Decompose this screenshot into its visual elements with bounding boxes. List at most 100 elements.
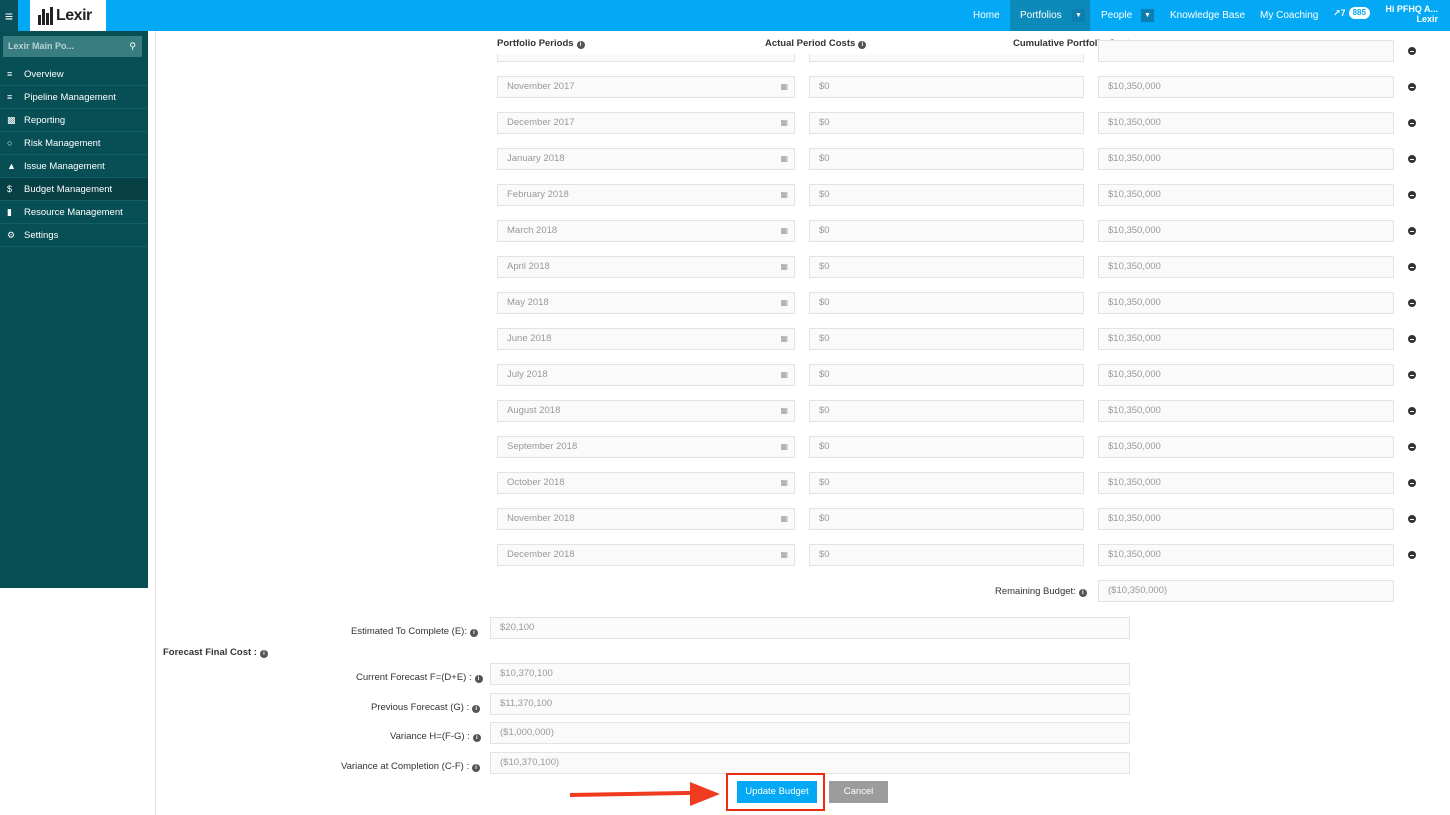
cumulative-field-partial xyxy=(1098,40,1394,62)
sidebar-item-budget-management[interactable]: $ Budget Management xyxy=(0,178,148,201)
period-date-field[interactable]: August 2018 ▦ xyxy=(497,400,795,422)
remove-row-icon[interactable] xyxy=(1408,155,1416,163)
period-date-field[interactable]: November 2018 ▦ xyxy=(497,508,795,530)
actual-cost-field[interactable]: $0 xyxy=(809,472,1084,494)
period-date-value: July 2018 xyxy=(507,369,548,380)
period-date-field[interactable]: May 2018 ▦ xyxy=(497,292,795,314)
period-date-field[interactable]: September 2018 ▦ xyxy=(497,436,795,458)
period-date-value: October 2018 xyxy=(507,477,565,488)
sidebar-item-pipeline-management[interactable]: ≡ Pipeline Management xyxy=(0,86,148,109)
actual-cost-field[interactable]: $0 xyxy=(809,292,1084,314)
people-caret-icon[interactable]: ▼ xyxy=(1141,9,1154,22)
sidebar-item-overview[interactable]: ≡ Overview xyxy=(0,63,148,86)
calendar-icon[interactable]: ▦ xyxy=(780,77,788,97)
actual-cost-field[interactable]: $0 xyxy=(809,148,1084,170)
remove-row-icon[interactable] xyxy=(1408,407,1416,415)
period-date-field[interactable]: March 2018 ▦ xyxy=(497,220,795,242)
search-icon[interactable]: ⚲ xyxy=(129,36,136,57)
user-menu[interactable]: Hi PFHQ A... Lexir xyxy=(1385,4,1438,24)
sidebar-portfolio-search[interactable]: Lexir Main Po... ⚲ xyxy=(3,36,142,57)
calendar-icon[interactable]: ▦ xyxy=(780,185,788,205)
actual-cost-field[interactable]: $0 xyxy=(809,508,1084,530)
period-date-field[interactable]: February 2018 ▦ xyxy=(497,184,795,206)
remove-row-icon[interactable] xyxy=(1408,515,1416,523)
period-date-field[interactable]: December 2018 ▦ xyxy=(497,544,795,566)
hamburger-menu-icon[interactable]: ≡ xyxy=(0,0,18,31)
notifications[interactable]: ↗ 7 885 xyxy=(1333,7,1370,19)
remove-row-icon[interactable] xyxy=(1408,83,1416,91)
period-date-field[interactable]: October 2018 ▦ xyxy=(497,472,795,494)
nav-my-coaching[interactable]: My Coaching xyxy=(1260,0,1318,31)
calendar-icon[interactable]: ▦ xyxy=(780,329,788,349)
calendar-icon[interactable]: ▦ xyxy=(780,545,788,565)
info-icon[interactable]: i xyxy=(259,650,268,658)
actual-cost-field[interactable]: $0 xyxy=(809,256,1084,278)
header-label: Actual Period Costs xyxy=(765,38,856,49)
period-date-value: September 2018 xyxy=(507,441,578,452)
remove-row-icon[interactable] xyxy=(1408,119,1416,127)
actual-cost-field[interactable]: $0 xyxy=(809,76,1084,98)
info-icon[interactable]: i xyxy=(474,675,483,683)
period-date-field[interactable]: December 2017 ▦ xyxy=(497,112,795,134)
actual-cost-field[interactable]: $0 xyxy=(809,112,1084,134)
period-date-field[interactable]: November 2017 ▦ xyxy=(497,76,795,98)
calendar-icon[interactable]: ▦ xyxy=(780,437,788,457)
sidebar-item-risk-management[interactable]: ○ Risk Management xyxy=(0,132,148,155)
calendar-icon[interactable]: ▦ xyxy=(780,401,788,421)
remove-row-icon[interactable] xyxy=(1408,263,1416,271)
calendar-icon[interactable]: ▦ xyxy=(780,113,788,133)
nav-knowledge-base[interactable]: Knowledge Base xyxy=(1170,0,1245,31)
sidebar-item-resource-management[interactable]: ▮ Resource Management xyxy=(0,201,148,224)
calendar-icon[interactable]: ▦ xyxy=(780,365,788,385)
update-budget-button[interactable]: Update Budget xyxy=(737,781,817,803)
actual-cost-field[interactable]: $0 xyxy=(809,328,1084,350)
portfolios-caret-icon[interactable]: ▼ xyxy=(1072,9,1085,22)
actual-cost-field[interactable]: $0 xyxy=(809,400,1084,422)
etc-field[interactable]: $20,100 xyxy=(490,617,1130,639)
forecast-final-cost-label-text: Forecast Final Cost : xyxy=(163,647,257,658)
remove-row-icon[interactable] xyxy=(1408,371,1416,379)
actual-cost-field[interactable]: $0 xyxy=(809,220,1084,242)
period-date-field[interactable]: June 2018 ▦ xyxy=(497,328,795,350)
actual-cost-field[interactable]: $0 xyxy=(809,436,1084,458)
sidebar-item-settings[interactable]: ⚙ Settings xyxy=(0,224,148,247)
calendar-icon[interactable]: ▦ xyxy=(780,257,788,277)
remove-row-icon[interactable] xyxy=(1408,227,1416,235)
info-icon[interactable]: i xyxy=(576,41,585,49)
info-icon[interactable]: i xyxy=(472,734,481,742)
remove-row-icon[interactable] xyxy=(1408,47,1416,55)
calendar-icon[interactable]: ▦ xyxy=(780,293,788,313)
remove-row-icon[interactable] xyxy=(1408,443,1416,451)
remove-row-icon[interactable] xyxy=(1408,479,1416,487)
period-date-field[interactable]: April 2018 ▦ xyxy=(497,256,795,278)
cumulative-cost-field: $10,350,000 xyxy=(1098,256,1394,278)
actual-cost-field[interactable]: $0 xyxy=(809,184,1084,206)
period-date-field[interactable]: January 2018 ▦ xyxy=(497,148,795,170)
nav-home[interactable]: Home xyxy=(973,0,1000,31)
info-icon[interactable]: i xyxy=(472,764,481,772)
nav-people[interactable]: People xyxy=(1101,0,1132,31)
actual-cost-field[interactable]: $0 xyxy=(809,364,1084,386)
warning-icon: ▲ xyxy=(7,160,16,171)
app-logo[interactable]: Lexir xyxy=(30,0,106,31)
calendar-icon[interactable]: ▦ xyxy=(780,473,788,493)
remove-row-icon[interactable] xyxy=(1408,551,1416,559)
calendar-icon[interactable]: ▦ xyxy=(780,509,788,529)
variance-label-text: Variance H=(F-G) : xyxy=(390,731,470,742)
actual-cost-field[interactable]: $0 xyxy=(809,544,1084,566)
period-date-field[interactable]: July 2018 ▦ xyxy=(497,364,795,386)
calendar-icon[interactable]: ▦ xyxy=(780,221,788,241)
sidebar-item-reporting[interactable]: ▩ Reporting xyxy=(0,109,148,132)
sidebar-search-value: Lexir Main Po... xyxy=(8,41,75,51)
period-date-value: February 2018 xyxy=(507,189,569,200)
remove-row-icon[interactable] xyxy=(1408,191,1416,199)
info-icon[interactable]: i xyxy=(472,705,481,713)
cancel-button[interactable]: Cancel xyxy=(829,781,888,803)
remove-row-icon[interactable] xyxy=(1408,335,1416,343)
info-icon[interactable]: i xyxy=(469,629,478,637)
remove-row-icon[interactable] xyxy=(1408,299,1416,307)
info-icon[interactable]: i xyxy=(1078,589,1087,597)
calendar-icon[interactable]: ▦ xyxy=(780,149,788,169)
sidebar-item-issue-management[interactable]: ▲ Issue Management xyxy=(0,155,148,178)
info-icon[interactable]: i xyxy=(858,41,867,49)
